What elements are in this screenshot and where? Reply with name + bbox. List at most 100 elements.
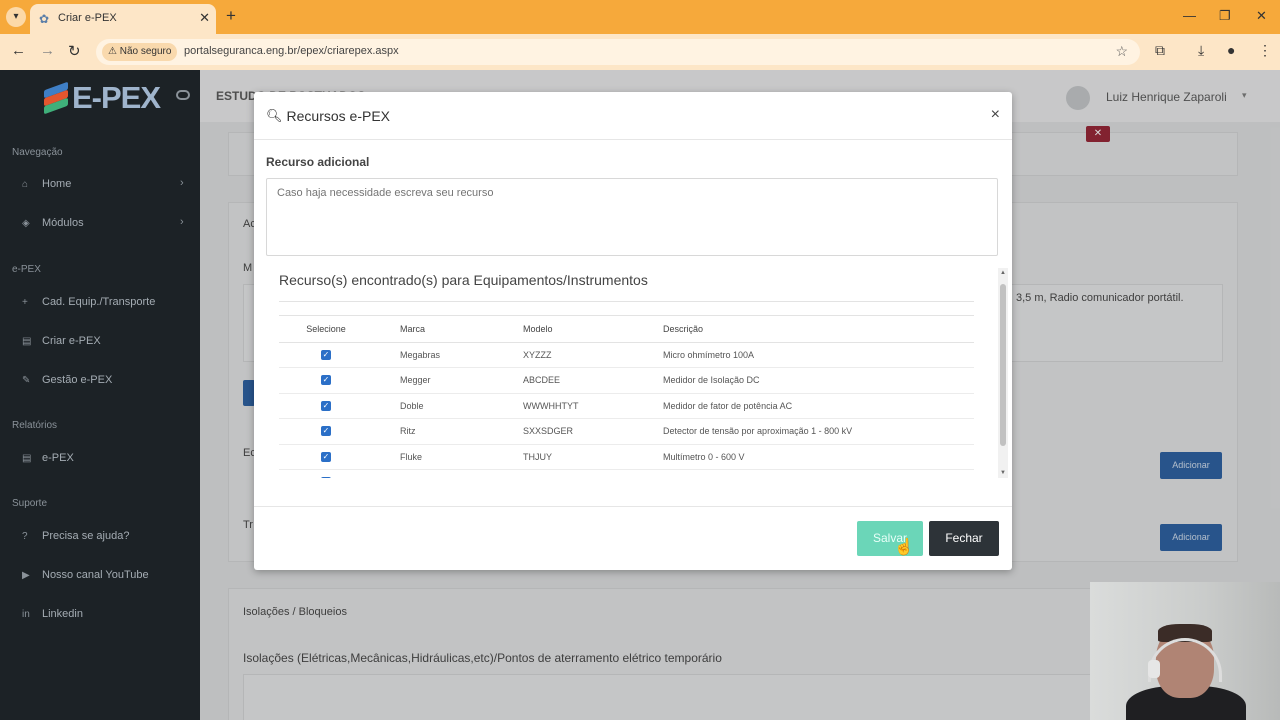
- minimize-icon[interactable]: —: [1183, 8, 1196, 23]
- modal-header: 🔍︎ Recursos e-PEX ×: [254, 92, 1012, 140]
- cell-descricao: Medidor de fator de potência AC: [636, 393, 974, 419]
- edit-icon: ✎: [22, 374, 31, 386]
- sidebar-item-label: Criar e-PEX: [42, 335, 101, 347]
- file-icon: ▤: [22, 335, 32, 347]
- row-checkbox[interactable]: ✓: [321, 400, 331, 411]
- sidebar-item-gestao-epex[interactable]: ✎ Gestão e-PEX: [22, 374, 112, 386]
- sidebar-item-cad-equip[interactable]: + Cad. Equip./Transporte: [22, 296, 155, 308]
- cell-marca: Fluke: [373, 469, 496, 478]
- results-scroll-area[interactable]: Recurso(s) encontrado(s) para Equipament…: [266, 268, 998, 478]
- reload-icon[interactable]: ↻: [68, 42, 81, 60]
- back-icon[interactable]: ←: [11, 42, 26, 59]
- divider: [279, 301, 974, 302]
- cell-modelo: SXXSDGER: [496, 418, 636, 445]
- row-checkbox[interactable]: ✓: [321, 349, 331, 360]
- cell-descricao: Qualímetro de Amperagem: [636, 469, 974, 478]
- select-cell: ✓: [279, 469, 373, 478]
- sidebar-item-ajuda[interactable]: ? Precisa se ajuda?: [22, 530, 129, 542]
- sidebar: E-PEX Navegação ⌂ Home › ◈ Módulos › e-P…: [0, 70, 200, 720]
- omnibox[interactable]: ⚠ Não seguro portalseguranca.eng.br/epex…: [96, 39, 1140, 65]
- select-cell: ✓: [279, 393, 373, 419]
- section-relatorios: Relatórios: [12, 420, 58, 431]
- scrollbar[interactable]: ▲ ▼: [998, 268, 1008, 478]
- chevron-right-icon: ›: [180, 216, 184, 228]
- bookmark-star-icon[interactable]: ☆: [1115, 43, 1128, 60]
- table-row[interactable]: ✓ Megabras XYZZZ Micro ohmímetro 100A: [279, 342, 974, 368]
- close-tab-icon[interactable]: ✕: [199, 10, 210, 26]
- sidebar-item-label: Gestão e-PEX: [42, 374, 113, 386]
- scrollbar-thumb[interactable]: [1000, 284, 1006, 446]
- tab-title: Criar e-PEX: [58, 12, 117, 24]
- sidebar-item-label: Cad. Equip./Transporte: [42, 296, 156, 308]
- table-row[interactable]: ✓ Megger ABCDEE Medidor de Isolação DC: [279, 367, 974, 394]
- tab-list-button[interactable]: ▾: [6, 7, 26, 27]
- column-header: Marca: [373, 317, 496, 343]
- close-button[interactable]: Fechar: [929, 521, 999, 556]
- help-icon: ?: [22, 530, 28, 542]
- table-row[interactable]: ✓ FlukeQualquer 1Qualímetro de Amperagem: [279, 469, 974, 478]
- sidebar-item-linkedin[interactable]: in Linkedin: [22, 608, 83, 620]
- column-header: Modelo: [496, 317, 636, 343]
- youtube-icon: ▶: [22, 569, 30, 581]
- cell-descricao: Detector de tensão por aproximação 1 - 8…: [636, 418, 974, 445]
- sidebar-item-label: Precisa se ajuda?: [42, 530, 130, 542]
- column-header: Descrição: [636, 317, 974, 343]
- logo[interactable]: E-PEX: [44, 78, 161, 118]
- close-window-icon[interactable]: ✕: [1256, 8, 1267, 24]
- hand-cursor-icon: ☝: [894, 539, 914, 556]
- sidebar-item-criar-epex[interactable]: ▤ Criar e-PEX: [22, 335, 101, 347]
- cell-modelo: WWWHHTYT: [496, 393, 636, 419]
- maximize-icon[interactable]: ❐: [1219, 8, 1231, 24]
- column-header: Selecione: [279, 317, 373, 343]
- close-icon[interactable]: ×: [991, 106, 1000, 124]
- cell-modelo: THJUY: [496, 444, 636, 470]
- chevron-right-icon: ›: [180, 177, 184, 189]
- row-checkbox[interactable]: ✓: [321, 477, 331, 478]
- cell-marca: Doble: [373, 393, 496, 419]
- profile-icon[interactable]: ●: [1227, 42, 1235, 58]
- row-checkbox[interactable]: ✓: [321, 375, 331, 386]
- cell-marca: Megger: [373, 367, 496, 394]
- row-checkbox[interactable]: ✓: [321, 426, 331, 437]
- cell-marca: Fluke: [373, 444, 496, 470]
- scroll-down-icon[interactable]: ▼: [1000, 470, 1006, 476]
- cell-descricao: Medidor de Isolação DC: [636, 367, 974, 394]
- sidebar-item-youtube[interactable]: ▶ Nosso canal YouTube: [22, 569, 149, 581]
- home-icon: ⌂: [22, 178, 29, 190]
- layers-icon: ◈: [22, 217, 30, 229]
- url-text[interactable]: portalseguranca.eng.br/epex/criarepex.as…: [184, 45, 399, 57]
- resources-modal: 🔍︎ Recursos e-PEX × Recurso adicional Re…: [254, 92, 1012, 570]
- extensions-icon[interactable]: ⧉: [1155, 42, 1165, 59]
- select-cell: ✓: [279, 444, 373, 470]
- row-checkbox[interactable]: ✓: [321, 451, 331, 462]
- headphone-icon: [1148, 660, 1160, 678]
- sidebar-toggle-icon[interactable]: [176, 90, 190, 100]
- logo-mark-icon: [44, 81, 68, 115]
- file-icon: ▤: [22, 452, 32, 464]
- modal-title-text: Recursos e-PEX: [286, 108, 390, 124]
- forward-icon[interactable]: →: [40, 42, 55, 59]
- security-chip[interactable]: ⚠ Não seguro: [102, 43, 178, 61]
- cell-modelo: XYZZZ: [496, 342, 636, 368]
- cell-marca: Megabras: [373, 342, 496, 368]
- sidebar-item-label: Nosso canal YouTube: [42, 569, 149, 581]
- new-tab-icon[interactable]: +: [226, 6, 236, 26]
- sidebar-item-relatorio-epex[interactable]: ▤ e-PEX: [22, 452, 74, 464]
- menu-dots-icon[interactable]: ⋮: [1258, 42, 1272, 59]
- table-row[interactable]: ✓ Fluke THJUY Multímetro 0 - 600 V: [279, 444, 974, 470]
- sidebar-item-home[interactable]: ⌂ Home: [22, 178, 71, 190]
- download-icon[interactable]: ⤓: [1198, 42, 1204, 59]
- select-cell: ✓: [279, 367, 373, 394]
- browser-tab[interactable]: ✿ Criar e-PEX ✕: [30, 4, 216, 34]
- scroll-up-icon[interactable]: ▲: [1000, 270, 1006, 276]
- table-row[interactable]: ✓ Ritz SXXSDGER Detector de tensão por apro…: [279, 418, 974, 445]
- select-cell: ✓: [279, 418, 373, 445]
- additional-resource-input[interactable]: [266, 178, 998, 256]
- linkedin-icon: in: [22, 608, 30, 620]
- section-navegacao: Navegação: [12, 147, 63, 158]
- address-bar: ← → ↻ ⚠ Não seguro portalseguranca.eng.b…: [0, 34, 1280, 70]
- plus-icon: +: [22, 296, 28, 308]
- sidebar-item-modulos[interactable]: ◈ Módulos: [22, 217, 84, 229]
- table-row[interactable]: ✓ Doble WWWHHTYT Medidor de fator de potênc…: [279, 393, 974, 419]
- section-suporte: Suporte: [12, 498, 48, 509]
